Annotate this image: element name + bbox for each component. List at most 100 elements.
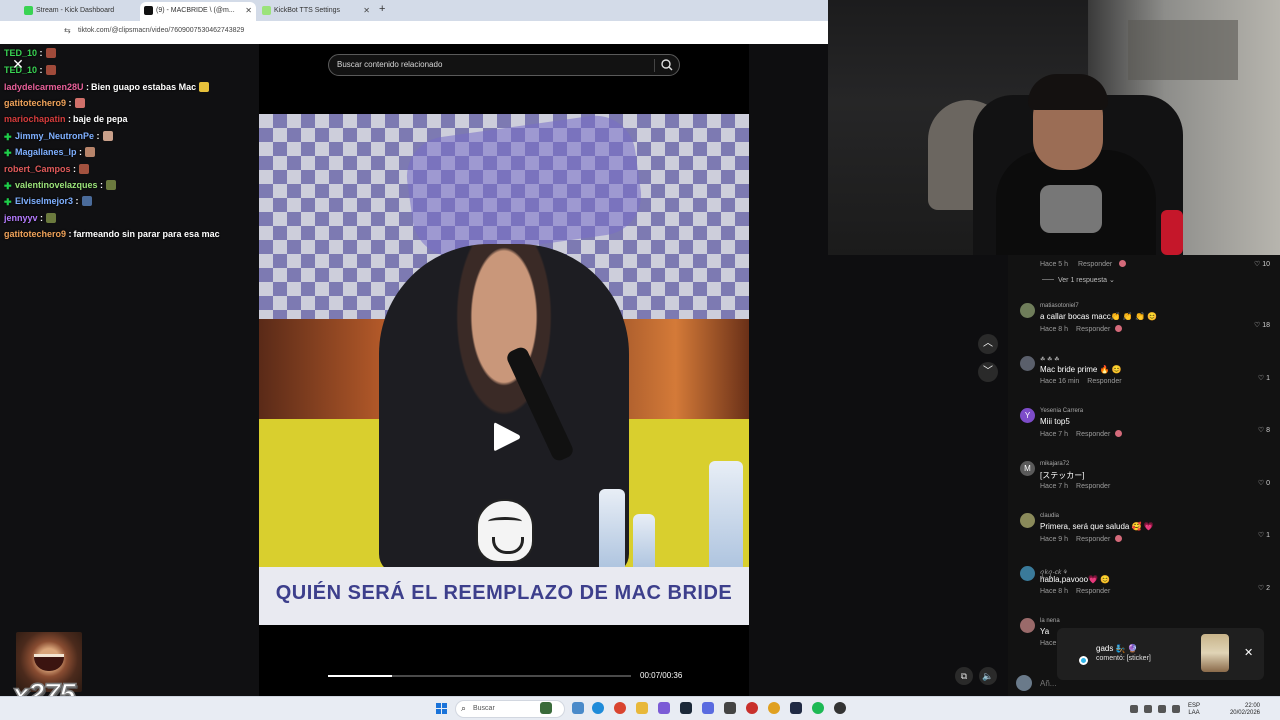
chevron-down-icon[interactable]: ﹀ xyxy=(978,362,998,382)
app-icon[interactable] xyxy=(768,702,780,714)
tab-tiktok-video[interactable]: (9) - MACBRIDE \ (@m... ✕ xyxy=(140,2,256,21)
video-frame[interactable]: QUIÉN SERÁ EL REEMPLAZO DE MAC BRIDE xyxy=(259,114,749,625)
like-count[interactable]: ♡ 1 xyxy=(1258,374,1270,382)
clock[interactable]: 22:00 20/02/2026 xyxy=(1226,703,1260,717)
terminal-icon[interactable] xyxy=(790,702,802,714)
creator-liked-icon xyxy=(1115,325,1123,332)
close-icon[interactable]: ✕ xyxy=(10,56,26,72)
comment-input[interactable]: Añ... xyxy=(1040,679,1056,688)
site-info-icon[interactable]: ⇆ xyxy=(64,26,71,35)
chat-emote-icon xyxy=(79,164,90,174)
stream-chat-overlay: Jadecalise_e : el gabriel estaba muy gua… xyxy=(0,0,259,696)
new-tab-button[interactable]: + xyxy=(379,3,385,15)
browser-window-chrome: Stream - Kick Dashboard (9) - MACBRIDE \… xyxy=(0,0,828,44)
tray-icon[interactable] xyxy=(1130,705,1138,713)
chat-separator: : xyxy=(37,213,44,223)
like-count[interactable]: ♡ 1 xyxy=(1258,531,1270,539)
close-tab-icon[interactable]: ✕ xyxy=(245,2,252,19)
avatar[interactable] xyxy=(1020,303,1035,318)
comment-username[interactable]: mikajara72 xyxy=(1040,461,1069,467)
chat-username[interactable]: jennyyv xyxy=(4,213,38,223)
related-search-box[interactable]: Buscar contenido relacionado xyxy=(328,54,680,76)
reply-button[interactable]: Responder xyxy=(1076,536,1110,543)
picture-in-picture-icon[interactable]: ⧉ xyxy=(955,667,973,685)
chat-username[interactable]: Magallanes_lp xyxy=(15,147,77,157)
url-text[interactable]: tiktok.com/@clipsmacn/video/760900753046… xyxy=(78,27,244,34)
reply-button[interactable]: Responder xyxy=(1078,261,1112,268)
close-tab-icon[interactable]: ✕ xyxy=(363,2,370,19)
chat-username[interactable]: Jimmy_NeutronPe xyxy=(15,131,94,141)
like-count[interactable]: ♡ 10 xyxy=(1254,260,1270,268)
comment-username[interactable]: la nena xyxy=(1040,618,1060,624)
comment-username[interactable]: Yesenia Carrera xyxy=(1040,408,1083,414)
chat-username[interactable]: mariochapatin xyxy=(4,114,66,124)
search-icon[interactable] xyxy=(659,57,675,73)
avatar[interactable]: M xyxy=(1020,461,1035,476)
media-player-icon[interactable] xyxy=(834,702,846,714)
reply-button[interactable]: Responder xyxy=(1076,483,1110,490)
tiktok-video-player[interactable]: Buscar contenido relacionado QUIÉN SERÁ … xyxy=(259,44,749,696)
avatar[interactable] xyxy=(1020,566,1035,581)
chat-username[interactable]: valentinovelazques xyxy=(15,180,98,190)
edge-icon[interactable] xyxy=(592,702,604,714)
tab-kick-dashboard[interactable]: Stream - Kick Dashboard xyxy=(20,2,140,21)
close-icon[interactable]: ✕ xyxy=(1244,646,1253,659)
like-count[interactable]: ♡ 8 xyxy=(1258,426,1270,434)
tray-icon[interactable] xyxy=(1144,705,1152,713)
reply-button[interactable]: Responder xyxy=(1087,378,1121,385)
like-count[interactable]: ♡ 0 xyxy=(1258,479,1270,487)
toast-thumbnail[interactable] xyxy=(1201,634,1229,672)
spotify-icon[interactable] xyxy=(812,702,824,714)
app-icon[interactable] xyxy=(724,702,736,714)
volume-icon[interactable]: 🔈 xyxy=(979,667,997,685)
chat-emote-icon xyxy=(81,196,92,206)
windows-start-icon[interactable] xyxy=(436,703,448,715)
task-view-icon[interactable] xyxy=(572,702,584,714)
chat-emote-icon xyxy=(45,48,56,58)
comment-text: Miii top5 xyxy=(1040,417,1070,426)
discord-icon[interactable] xyxy=(702,702,714,714)
comment-username[interactable]: ☘ ☘ ☘ xyxy=(1040,356,1059,363)
reply-button[interactable]: Responder xyxy=(1076,588,1110,595)
like-count[interactable]: ♡ 18 xyxy=(1254,321,1270,329)
comment-username[interactable]: claudia xyxy=(1040,513,1059,519)
comment-notification-toast[interactable]: gads 🧞 🔮 comentó: [sticker] ✕ xyxy=(1057,628,1264,680)
video-time: 00:07/00:36 xyxy=(640,671,683,680)
chat-username[interactable]: robert_Campos xyxy=(4,164,71,174)
address-bar[interactable]: ⇆ tiktok.com/@clipsmacn/video/7609007530… xyxy=(0,21,828,44)
avatar[interactable]: Y xyxy=(1020,408,1035,423)
wifi-icon[interactable] xyxy=(1158,705,1166,713)
chat-separator: : xyxy=(70,164,77,174)
avatar[interactable] xyxy=(1020,618,1035,633)
chat-username[interactable]: Elviselmejor3 xyxy=(15,196,73,206)
emote-combo-counter: x275 xyxy=(11,678,76,696)
steam-icon[interactable] xyxy=(680,702,692,714)
chrome-icon[interactable] xyxy=(614,702,626,714)
sound-icon[interactable] xyxy=(1172,705,1180,713)
comment-meta: Hace 9 h Responder xyxy=(1040,535,1123,543)
view-replies-button[interactable]: Ver 1 respuesta ⌄ xyxy=(1042,276,1115,284)
widgets-icon[interactable] xyxy=(540,702,552,714)
comment-username[interactable]: matiasotoniel7 xyxy=(1040,303,1079,309)
streamer-hair xyxy=(1028,74,1108,110)
avatar[interactable] xyxy=(1020,513,1035,528)
avatar[interactable] xyxy=(1020,356,1035,371)
chat-username[interactable]: gatitotechero9 xyxy=(4,98,66,108)
avatar xyxy=(1016,675,1032,691)
chevron-up-icon[interactable]: ︿ xyxy=(978,334,998,354)
input-language[interactable]: ESP LAA xyxy=(1188,703,1200,717)
reply-button[interactable]: Responder xyxy=(1076,326,1110,333)
chat-emote-icon xyxy=(102,131,113,141)
subscriber-badge-icon xyxy=(4,196,13,205)
search-input[interactable]: Buscar contenido relacionado xyxy=(337,60,442,69)
store-icon[interactable] xyxy=(658,702,670,714)
video-progress-bar[interactable] xyxy=(328,675,631,677)
like-count[interactable]: ♡ 2 xyxy=(1258,584,1270,592)
obs-icon[interactable] xyxy=(746,702,758,714)
chat-username[interactable]: gatitotechero9 xyxy=(4,229,66,239)
reply-button[interactable]: Responder xyxy=(1076,431,1110,438)
play-icon[interactable] xyxy=(492,420,522,454)
chat-username[interactable]: ladydelcarmen28U xyxy=(4,82,84,92)
file-explorer-icon[interactable] xyxy=(636,702,648,714)
tab-kickbot-tts[interactable]: KickBot TTS Settings ✕ xyxy=(258,2,374,21)
